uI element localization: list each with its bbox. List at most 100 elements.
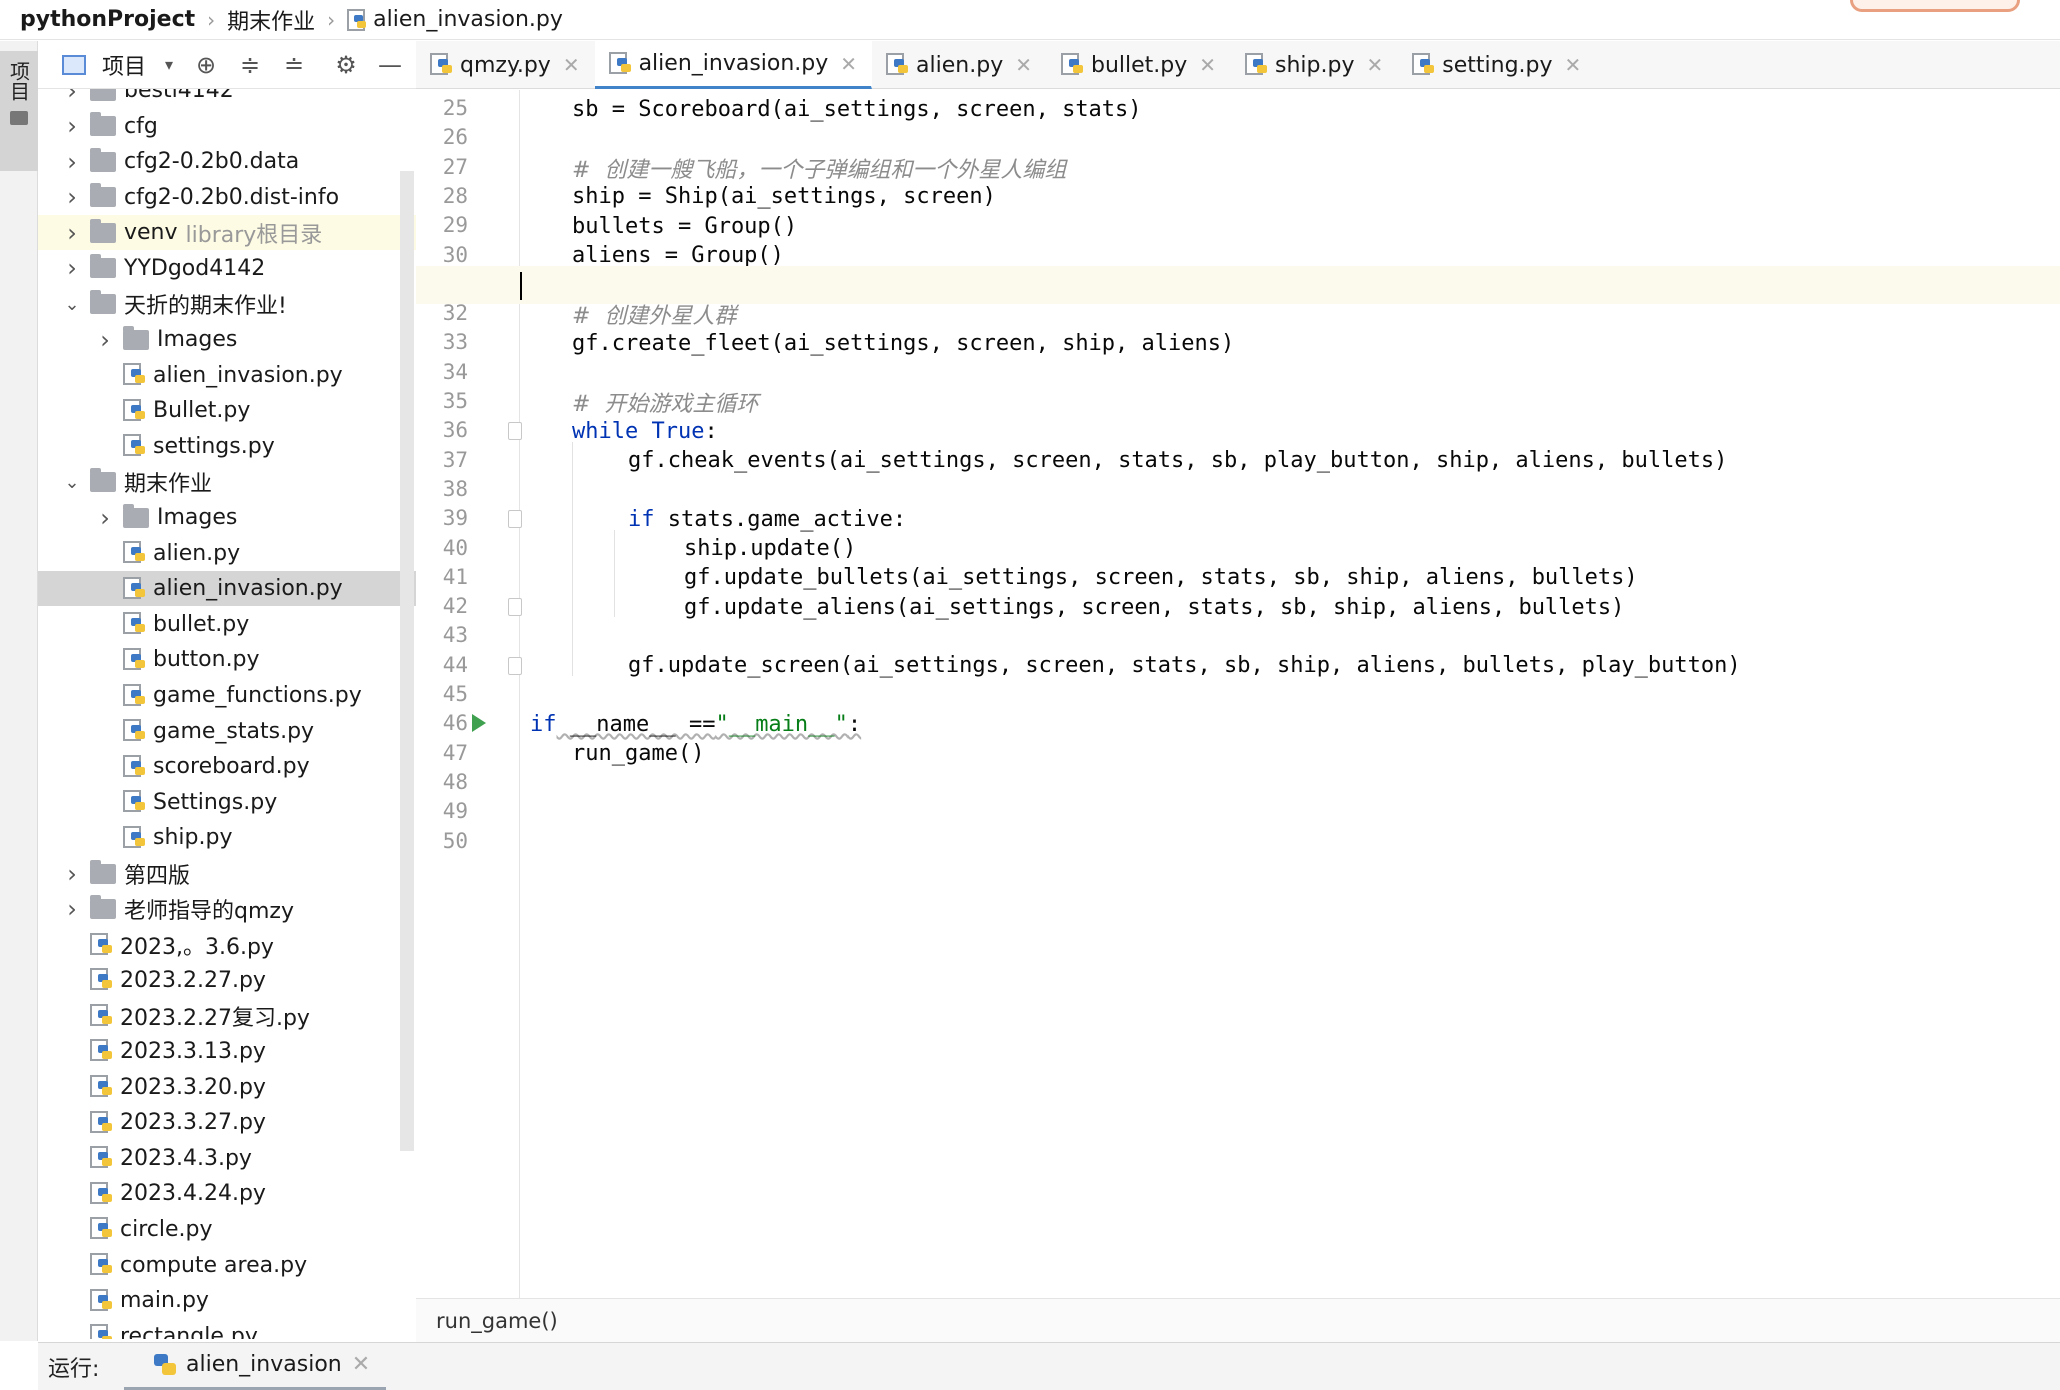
line-number[interactable]: 44: [416, 653, 468, 677]
tree-scrollbar[interactable]: [400, 171, 414, 1151]
code-breadcrumb-function[interactable]: run_game(): [436, 1309, 558, 1333]
tree-file-item[interactable]: 2023.2.27.py: [38, 963, 416, 998]
close-icon[interactable]: ✕: [840, 52, 857, 76]
fold-icon[interactable]: [508, 656, 522, 675]
line-number[interactable]: 40: [416, 536, 468, 560]
collapse-all-icon[interactable]: ≐: [280, 51, 308, 79]
editor-tab[interactable]: qmzy.py ✕: [416, 41, 595, 89]
line-number[interactable]: 41: [416, 565, 468, 589]
tree-folder-item[interactable]: › cfg2-0.2b0.dist-info: [38, 180, 416, 215]
tree-folder-item[interactable]: › 第四版: [38, 856, 416, 891]
line-number[interactable]: 30: [416, 243, 468, 267]
close-icon[interactable]: ✕: [1565, 53, 1582, 77]
line-number[interactable]: 39: [416, 506, 468, 530]
line-number[interactable]: 29: [416, 213, 468, 237]
editor-tab[interactable]: bullet.py ✕: [1047, 41, 1231, 89]
tree-folder-item[interactable]: ⌄ 期末作业: [38, 465, 416, 500]
chevron-down-icon[interactable]: ⌄: [62, 294, 82, 315]
line-number[interactable]: 48: [416, 770, 468, 794]
line-number[interactable]: 50: [416, 829, 468, 853]
tree-file-item[interactable]: game_stats.py: [38, 714, 416, 749]
tree-file-item[interactable]: Bullet.py: [38, 393, 416, 428]
close-icon[interactable]: ✕: [563, 53, 580, 77]
tree-file-item[interactable]: circle.py: [38, 1212, 416, 1247]
close-icon[interactable]: ✕: [1367, 53, 1384, 77]
editor-tab[interactable]: setting.py ✕: [1398, 41, 1596, 89]
line-number[interactable]: 47: [416, 741, 468, 765]
tree-file-item[interactable]: ship.py: [38, 820, 416, 855]
line-number[interactable]: 45: [416, 682, 468, 706]
tree-file-item[interactable]: scoreboard.py: [38, 749, 416, 784]
project-tool-window-button[interactable]: 项目: [0, 51, 38, 171]
chevron-right-icon[interactable]: ›: [62, 254, 82, 282]
tree-folder-item[interactable]: › venv library根目录: [38, 215, 416, 251]
code-area[interactable]: sb = Scoreboard(ai_settings, screen, sta…: [416, 90, 2060, 1298]
tree-file-item[interactable]: 2023.4.3.py: [38, 1141, 416, 1176]
line-number[interactable]: 32: [416, 301, 468, 325]
tree-file-item[interactable]: game_functions.py: [38, 678, 416, 713]
chevron-right-icon[interactable]: ›: [62, 219, 82, 247]
tree-file-item[interactable]: alien_invasion.py: [38, 571, 416, 607]
tree-file-item[interactable]: settings.py: [38, 429, 416, 464]
line-number[interactable]: 46: [416, 711, 468, 735]
code-editor[interactable]: 2526272829303132333435363738394041424344…: [416, 90, 2060, 1298]
line-number[interactable]: 34: [416, 360, 468, 384]
tree-folder-item[interactable]: › Images: [38, 322, 416, 357]
chevron-right-icon[interactable]: ›: [62, 860, 82, 888]
line-number[interactable]: 49: [416, 799, 468, 823]
tree-file-item[interactable]: 2023.4.24.py: [38, 1176, 416, 1211]
gear-icon[interactable]: ⚙: [332, 51, 360, 79]
tree-file-item[interactable]: 2023,。3.6.py: [38, 927, 416, 962]
tree-folder-item[interactable]: › cfg: [38, 109, 416, 144]
tree-file-item[interactable]: bullet.py: [38, 607, 416, 642]
tree-file-item[interactable]: rectangle.py: [38, 1319, 416, 1339]
line-number[interactable]: 43: [416, 623, 468, 647]
tree-folder-item[interactable]: › 老师指导的qmzy: [38, 892, 416, 927]
chevron-right-icon[interactable]: ›: [62, 183, 82, 211]
line-number[interactable]: 42: [416, 594, 468, 618]
line-number[interactable]: 26: [416, 125, 468, 149]
tree-file-item[interactable]: compute area.py: [38, 1248, 416, 1283]
chevron-right-icon[interactable]: ›: [62, 89, 82, 105]
run-config-tab[interactable]: alien_invasion ✕: [124, 1343, 387, 1390]
chevron-right-icon[interactable]: ›: [95, 504, 115, 532]
editor-tab[interactable]: alien_invasion.py ✕: [594, 41, 873, 89]
tree-file-item[interactable]: main.py: [38, 1283, 416, 1318]
fold-icon[interactable]: [508, 422, 522, 441]
line-number[interactable]: 33: [416, 330, 468, 354]
tree-file-item[interactable]: 2023.3.13.py: [38, 1034, 416, 1069]
tree-folder-item[interactable]: › cfg2-0.2b0.data: [38, 144, 416, 179]
fold-icon[interactable]: [508, 510, 522, 529]
minimize-icon[interactable]: —: [376, 51, 404, 79]
breadcrumb-project[interactable]: pythonProject: [20, 7, 195, 32]
chevron-right-icon[interactable]: ›: [62, 895, 82, 923]
close-icon[interactable]: ✕: [1015, 53, 1032, 77]
run-icon[interactable]: [472, 714, 486, 733]
line-number[interactable]: 38: [416, 477, 468, 501]
tree-folder-item[interactable]: ⌄ 天折的期末作业!: [38, 287, 416, 322]
chevron-right-icon[interactable]: ›: [95, 326, 115, 354]
line-number[interactable]: 27: [416, 155, 468, 179]
line-number[interactable]: 37: [416, 448, 468, 472]
tree-file-item[interactable]: Settings.py: [38, 785, 416, 820]
editor-tab[interactable]: alien.py ✕: [872, 41, 1047, 89]
line-number[interactable]: 35: [416, 389, 468, 413]
tree-file-item[interactable]: 2023.3.20.py: [38, 1070, 416, 1105]
breadcrumb-file[interactable]: alien_invasion.py: [347, 7, 563, 32]
chevron-down-icon[interactable]: ⌄: [62, 472, 82, 493]
chevron-right-icon[interactable]: ›: [62, 112, 82, 140]
line-number[interactable]: 25: [416, 96, 468, 120]
expand-all-icon[interactable]: ≑: [236, 51, 264, 79]
tree-file-item[interactable]: 2023.2.27复习.py: [38, 998, 416, 1033]
close-icon[interactable]: ✕: [352, 1352, 370, 1377]
tree-folder-item[interactable]: › besti4142: [38, 89, 416, 108]
chevron-right-icon[interactable]: ›: [62, 148, 82, 176]
fold-icon[interactable]: [508, 598, 522, 617]
editor-tab[interactable]: ship.py ✕: [1231, 41, 1398, 89]
tree-file-item[interactable]: 2023.3.27.py: [38, 1105, 416, 1140]
tree-folder-item[interactable]: › Images: [38, 500, 416, 535]
locate-icon[interactable]: ⊕: [192, 51, 220, 79]
tree-file-item[interactable]: alien_invasion.py: [38, 358, 416, 393]
project-view-selector[interactable]: 项目: [102, 49, 146, 81]
breadcrumb-folder[interactable]: 期末作业: [227, 4, 315, 36]
